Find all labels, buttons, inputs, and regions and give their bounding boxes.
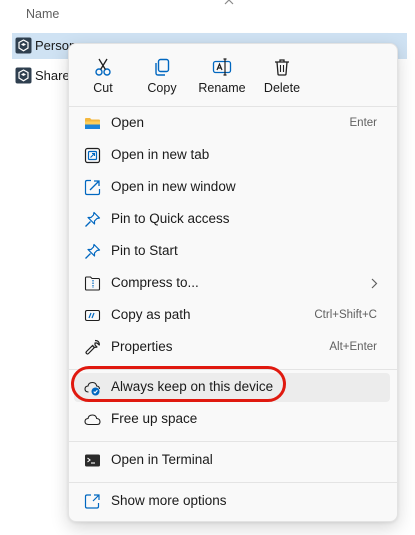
pin-icon <box>85 243 101 259</box>
context-menu: Cut Copy Rename Delete Open Enter Open i… <box>68 43 398 522</box>
highlight-annotation <box>71 366 286 402</box>
folder-icon <box>85 118 100 129</box>
menu-item-pin-quick-access[interactable]: Pin to Quick access <box>74 205 390 234</box>
menu-item-label: Copy as path <box>111 307 191 322</box>
menu-item-label: Compress to... <box>111 275 199 290</box>
menu-item-label: Open <box>111 115 145 130</box>
rename-button[interactable]: Rename <box>196 52 248 100</box>
onedrive-folder-icon <box>15 37 32 54</box>
menu-item-label: Open in new tab <box>111 147 210 162</box>
delete-label: Delete <box>263 81 301 95</box>
column-header: Name <box>0 0 415 30</box>
menu-item-compress[interactable]: Compress to... <box>74 269 390 298</box>
copy-label: Copy <box>147 81 177 95</box>
menu-item-label: Pin to Start <box>111 243 178 258</box>
menu-divider <box>69 482 397 483</box>
menu-item-open-new-tab[interactable]: Open in new tab <box>74 141 390 170</box>
shortcut-text: Alt+Enter <box>329 341 377 353</box>
menu-item-label: Open in Terminal <box>111 452 213 467</box>
name-column-header[interactable]: Name <box>26 7 59 21</box>
copy-path-icon <box>84 309 101 322</box>
chevron-right-icon <box>371 278 378 289</box>
menu-item-pin-start[interactable]: Pin to Start <box>74 237 390 266</box>
menu-item-open-new-window[interactable]: Open in new window <box>74 173 390 202</box>
menu-item-free-up-space[interactable]: Free up space <box>74 405 390 434</box>
menu-divider <box>69 441 397 442</box>
menu-item-copy-as-path[interactable]: Copy as path Ctrl+Shift+C <box>74 301 390 330</box>
copy-button[interactable]: Copy <box>136 52 188 100</box>
menu-item-show-more-options[interactable]: Show more options <box>74 487 390 516</box>
menu-item-properties[interactable]: Properties Alt+Enter <box>74 333 390 362</box>
cloud-icon <box>84 414 101 426</box>
cut-button[interactable]: Cut <box>77 52 129 100</box>
terminal-icon <box>85 454 100 467</box>
menu-item-open[interactable]: Open Enter <box>74 109 390 138</box>
menu-item-open-terminal[interactable]: Open in Terminal <box>74 446 390 475</box>
pin-icon <box>85 211 101 227</box>
sort-ascending-icon[interactable] <box>224 0 234 5</box>
share-icon <box>84 494 100 509</box>
rename-label: Rename <box>198 81 246 95</box>
cut-icon <box>95 58 111 76</box>
onedrive-folder-icon <box>15 67 32 84</box>
new-window-icon <box>84 179 101 196</box>
shortcut-text: Enter <box>349 117 378 129</box>
menu-divider <box>69 106 397 107</box>
new-tab-icon <box>84 147 101 164</box>
menu-item-label: Properties <box>111 339 173 354</box>
delete-button[interactable]: Delete <box>256 52 308 100</box>
menu-item-label: Free up space <box>111 411 198 426</box>
wrench-icon <box>85 339 100 355</box>
menu-item-label: Open in new window <box>111 179 236 194</box>
zip-icon <box>84 276 101 291</box>
cut-label: Cut <box>93 81 113 95</box>
menu-item-label: Show more options <box>111 493 227 508</box>
shortcut-text: Ctrl+Shift+C <box>314 309 377 321</box>
delete-icon <box>275 59 289 76</box>
copy-icon <box>155 58 170 76</box>
rename-icon <box>212 58 232 76</box>
menu-item-label: Pin to Quick access <box>111 211 230 226</box>
